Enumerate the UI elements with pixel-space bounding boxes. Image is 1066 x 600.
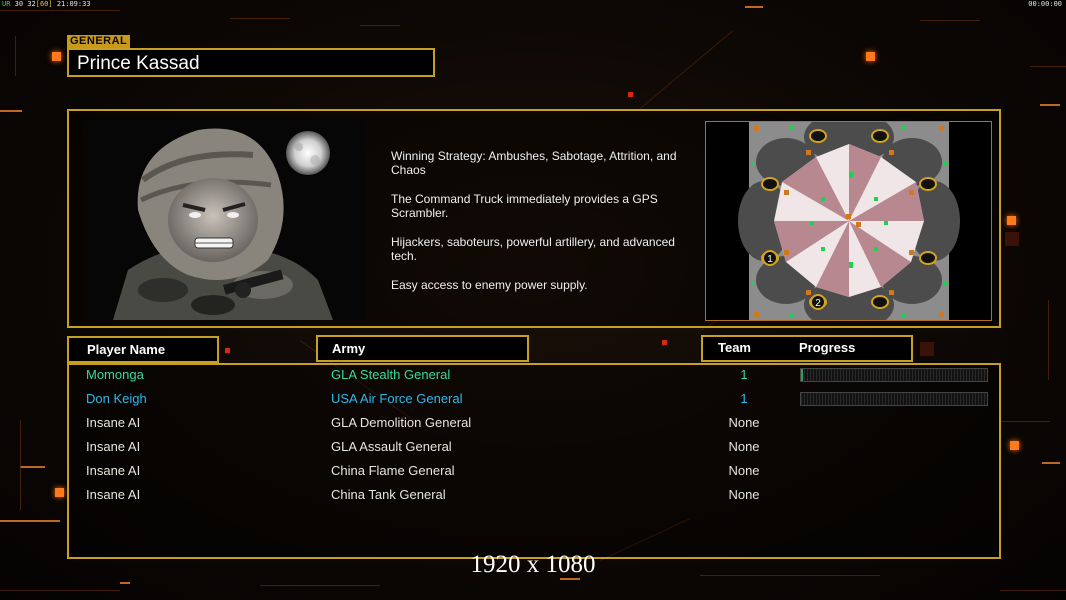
player-name: Insane AI: [86, 487, 141, 502]
progress-fill: [801, 369, 803, 381]
fps-label: UR: [2, 0, 11, 8]
player-name-header-label: Player Name: [87, 342, 166, 357]
start-position-label: 1: [767, 254, 773, 265]
general-tag: GENERAL: [67, 35, 131, 48]
general-name-box: Prince Kassad: [67, 48, 435, 77]
army-header-label: Army: [332, 341, 366, 356]
player-team: None: [728, 439, 760, 454]
player-team: None: [728, 487, 760, 502]
strategy-line: The Command Truck immediately provides a…: [391, 192, 658, 220]
player-name: Momonga: [86, 367, 144, 382]
strategy-text: Winning Strategy: Ambushes, Sabotage, At…: [391, 149, 701, 307]
team-header-label: Team: [718, 340, 751, 355]
player-team: 1: [740, 367, 748, 382]
general-portrait: [83, 120, 365, 320]
general-name: Prince Kassad: [77, 53, 200, 74]
fps-avg: 32: [27, 0, 36, 8]
strategy-line: Hijackers, saboteurs, powerful artillery…: [391, 235, 675, 263]
player-army: China Tank General: [331, 487, 446, 502]
table-row: Insane AI China Tank General None: [69, 485, 999, 509]
clock: 21:09:33: [56, 0, 91, 8]
strategy-line: Winning Strategy: Ambushes, Sabotage, At…: [391, 149, 677, 177]
progress-bar: [800, 368, 988, 382]
player-army: GLA Stealth General: [331, 367, 451, 382]
table-row: Insane AI GLA Assault General None: [69, 437, 999, 461]
player-name: Insane AI: [86, 463, 141, 478]
player-team: None: [728, 463, 760, 478]
team-progress-header: Team Progress: [701, 335, 913, 362]
table-row: Momonga GLA Stealth General 1: [69, 365, 999, 389]
progress-bar: [800, 392, 988, 406]
map-preview: 1 2: [705, 121, 992, 321]
player-team: None: [728, 415, 760, 430]
player-army: China Flame General: [331, 463, 455, 478]
game-timer: 00:00:00: [1028, 0, 1062, 8]
table-row: Don Keigh USA Air Force General 1: [69, 389, 999, 413]
table-row: Insane AI China Flame General None: [69, 461, 999, 485]
player-army: GLA Demolition General: [331, 415, 472, 430]
players-table: Momonga GLA Stealth General 1 Don Keigh …: [67, 363, 1001, 559]
player-team: 1: [740, 391, 748, 406]
player-name: Don Keigh: [86, 391, 147, 406]
army-header: Army: [316, 335, 529, 362]
fps-counter: UR 30 32[60] 21:09:33: [2, 0, 91, 8]
progress-header-label: Progress: [799, 340, 856, 355]
resolution-label: 1920 x 1080: [470, 551, 596, 578]
player-name: Insane AI: [86, 415, 141, 430]
general-info-panel: Winning Strategy: Ambushes, Sabotage, At…: [67, 109, 1001, 328]
start-position-1-marker: 1: [762, 250, 778, 266]
start-position-2-marker: 2: [810, 294, 826, 310]
strategy-line: Easy access to enemy power supply.: [391, 278, 588, 292]
player-army: USA Air Force General: [331, 391, 463, 406]
fps-value: 30: [14, 0, 24, 8]
start-position-label: 2: [815, 298, 821, 309]
player-army: GLA Assault General: [331, 439, 452, 454]
player-name-header: Player Name: [67, 336, 219, 363]
fps-cap: [60]: [35, 0, 53, 8]
player-name: Insane AI: [86, 439, 141, 454]
table-row: Insane AI GLA Demolition General None: [69, 413, 999, 437]
